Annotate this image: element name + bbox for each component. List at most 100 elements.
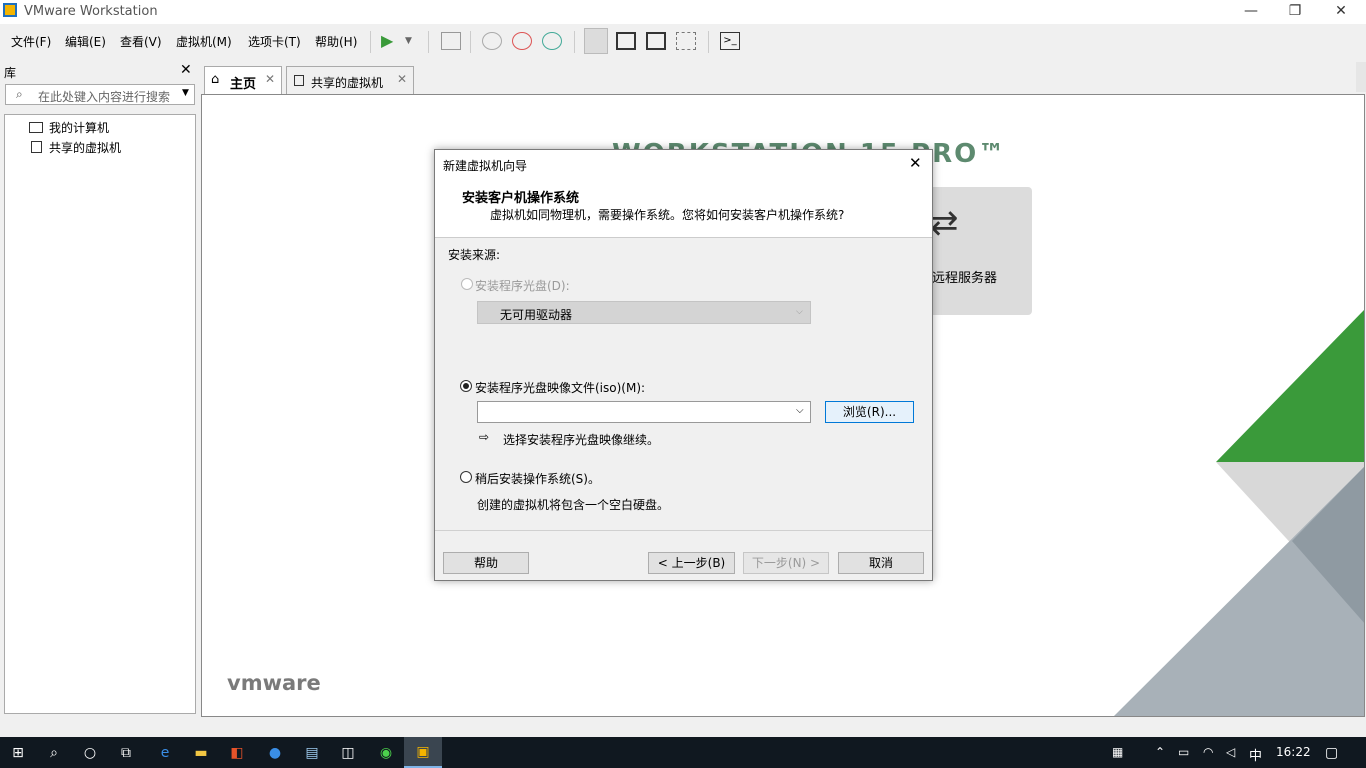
- library-close-icon[interactable]: ✕: [180, 62, 192, 78]
- thumbnail-view-icon[interactable]: [616, 32, 636, 50]
- search-icon[interactable]: ⌕: [44, 743, 64, 763]
- battery-icon[interactable]: ▭: [1178, 745, 1189, 759]
- edge-icon[interactable]: e: [155, 743, 175, 763]
- console-icon[interactable]: >_: [720, 32, 740, 50]
- tab-close-icon[interactable]: ✕: [397, 72, 407, 86]
- library-tree: 我的计算机 共享的虚拟机: [4, 114, 196, 714]
- browse-button[interactable]: 浏览(R)...: [825, 401, 914, 423]
- app-icon[interactable]: ●: [265, 743, 285, 763]
- task-view-icon[interactable]: ⧉: [116, 743, 136, 763]
- computer-icon: [29, 122, 43, 133]
- menu-tabs[interactable]: 选项卡(T): [248, 33, 301, 50]
- library-title: 库: [4, 66, 17, 80]
- snapshot-icon[interactable]: [482, 32, 502, 50]
- library-header: 库 ✕: [0, 60, 198, 84]
- chevron-up-icon[interactable]: ⌃: [1155, 745, 1165, 759]
- play-dropdown-icon[interactable]: ▼: [405, 32, 425, 50]
- next-button[interactable]: 下一步(N) >: [743, 552, 829, 574]
- windows-start-icon[interactable]: ⊞: [8, 743, 28, 763]
- maximize-button[interactable]: ❐: [1272, 0, 1318, 24]
- tab-home[interactable]: ⌂ 主页 ✕: [204, 66, 282, 94]
- vmware-taskbar-button[interactable]: ▣: [404, 737, 442, 768]
- install-later-description: 创建的虚拟机将包含一个空白硬盘。: [477, 498, 670, 512]
- tree-item-my-computer[interactable]: 我的计算机: [49, 119, 109, 136]
- menu-vm[interactable]: 虚拟机(M): [176, 33, 232, 50]
- menu-view[interactable]: 查看(V): [120, 33, 162, 50]
- home-icon: ⌂: [211, 72, 220, 87]
- ime-indicator[interactable]: 中: [1249, 745, 1262, 764]
- install-source-label: 安装来源:: [448, 248, 501, 262]
- radio-selected-dot: [463, 383, 469, 389]
- disc-drive-select[interactable]: 无可用驱动器 ⌵: [477, 301, 811, 324]
- revert-snapshot-icon[interactable]: [512, 32, 532, 50]
- chevron-down-icon: ⌵: [796, 307, 803, 317]
- new-vm-wizard-dialog: 新建虚拟机向导 ✕ 安装客户机操作系统 虚拟机如同物理机，需要操作系统。您将如何…: [434, 149, 933, 581]
- search-dropdown-icon[interactable]: ▼: [182, 88, 189, 98]
- play-icon[interactable]: ▶: [381, 32, 401, 50]
- decorative-triangles: [1114, 310, 1364, 716]
- cancel-button[interactable]: 取消: [838, 552, 924, 574]
- toolbar-separator: [370, 31, 371, 53]
- search-icon: ⌕: [16, 87, 23, 101]
- toolbar-separator: [708, 31, 709, 53]
- shared-vm-icon: [294, 75, 304, 86]
- library-view-icon[interactable]: [584, 28, 608, 54]
- toolbar-separator: [574, 31, 575, 53]
- tab-shared-label: 共享的虚拟机: [311, 76, 384, 90]
- remote-server-label: 远程服务器: [932, 271, 998, 286]
- disc-drive-value: 无可用驱动器: [500, 308, 573, 322]
- snapshot-manager-icon[interactable]: [542, 32, 562, 50]
- minimize-button[interactable]: —: [1228, 0, 1274, 24]
- dialog-divider: [435, 530, 932, 531]
- menu-bar: 文件(F) 编辑(E) 查看(V) 虚拟机(M) 选项卡(T) 帮助(H) ▶ …: [0, 24, 1366, 58]
- library-search[interactable]: ⌕ 在此处键入内容进行搜索 ▼: [5, 84, 195, 105]
- help-button[interactable]: 帮助: [443, 552, 529, 574]
- clock[interactable]: 16:22: [1276, 745, 1311, 759]
- tab-home-label: 主页: [230, 77, 257, 92]
- close-window-button[interactable]: ✕: [1318, 0, 1364, 24]
- title-bar: VMware Workstation — ❐ ✕: [0, 0, 1366, 24]
- file-explorer-icon[interactable]: ▬: [191, 743, 211, 763]
- remote-arrows-icon: ⇄: [930, 203, 959, 243]
- tab-shared-vms[interactable]: 共享的虚拟机 ✕: [286, 66, 414, 94]
- notepad-icon[interactable]: ▤: [302, 743, 322, 763]
- dialog-title: 新建虚拟机向导: [443, 159, 528, 173]
- dialog-subheading: 虚拟机如同物理机，需要操作系统。您将如何安装客户机操作系统?: [490, 208, 845, 222]
- vmware-app-icon: [3, 3, 17, 17]
- tab-scroll[interactable]: [1356, 62, 1366, 92]
- store-icon[interactable]: ◫: [338, 743, 358, 763]
- chevron-down-icon[interactable]: ⌵: [796, 405, 804, 416]
- toolbar-separator: [470, 31, 471, 53]
- dialog-close-button[interactable]: ✕: [909, 154, 922, 172]
- fullscreen-icon[interactable]: [646, 32, 666, 50]
- radio-install-later[interactable]: [460, 471, 472, 483]
- radio-install-disc[interactable]: [461, 278, 473, 290]
- search-input[interactable]: 在此处键入内容进行搜索: [38, 88, 170, 105]
- notification-icon[interactable]: ▢: [1325, 745, 1338, 761]
- option-install-disc: 安装程序光盘(D):: [475, 279, 570, 293]
- network-icon[interactable]: ◠: [1203, 745, 1213, 759]
- tree-item-shared-vms[interactable]: 共享的虚拟机: [49, 139, 121, 156]
- taskbar: ⊞ ⌕ ○ ⧉ e ▬ ◧ ● ▤ ◫ ◉ ▣ ▦ ⌃ ▭ ◠ ◁ 中 16:2…: [0, 737, 1366, 768]
- dialog-heading: 安装客户机操作系统: [462, 191, 580, 206]
- radio-install-iso[interactable]: [460, 380, 472, 392]
- menu-help[interactable]: 帮助(H): [315, 33, 357, 50]
- send-ctrl-alt-del-icon[interactable]: [441, 32, 461, 50]
- volume-icon[interactable]: ◁: [1226, 745, 1235, 759]
- cortana-icon[interactable]: ○: [80, 743, 100, 763]
- option-install-iso: 安装程序光盘映像文件(iso)(M):: [475, 381, 646, 395]
- wechat-icon[interactable]: ◉: [376, 743, 396, 763]
- unity-icon[interactable]: [676, 32, 696, 50]
- tab-close-icon[interactable]: ✕: [265, 72, 275, 86]
- office-icon[interactable]: ◧: [227, 743, 247, 763]
- keyboard-icon[interactable]: ▦: [1112, 745, 1123, 759]
- vmware-icon: ▣: [416, 744, 430, 760]
- vmware-logo: vmware: [227, 671, 321, 695]
- iso-hint: 选择安装程序光盘映像继续。: [503, 433, 660, 447]
- back-button[interactable]: < 上一步(B): [648, 552, 735, 574]
- toolbar-separator: [428, 31, 429, 53]
- menu-edit[interactable]: 编辑(E): [65, 33, 106, 50]
- menu-file[interactable]: 文件(F): [11, 33, 51, 50]
- option-install-later: 稍后安装操作系统(S)。: [475, 472, 600, 486]
- iso-path-input[interactable]: ⌵: [477, 401, 811, 423]
